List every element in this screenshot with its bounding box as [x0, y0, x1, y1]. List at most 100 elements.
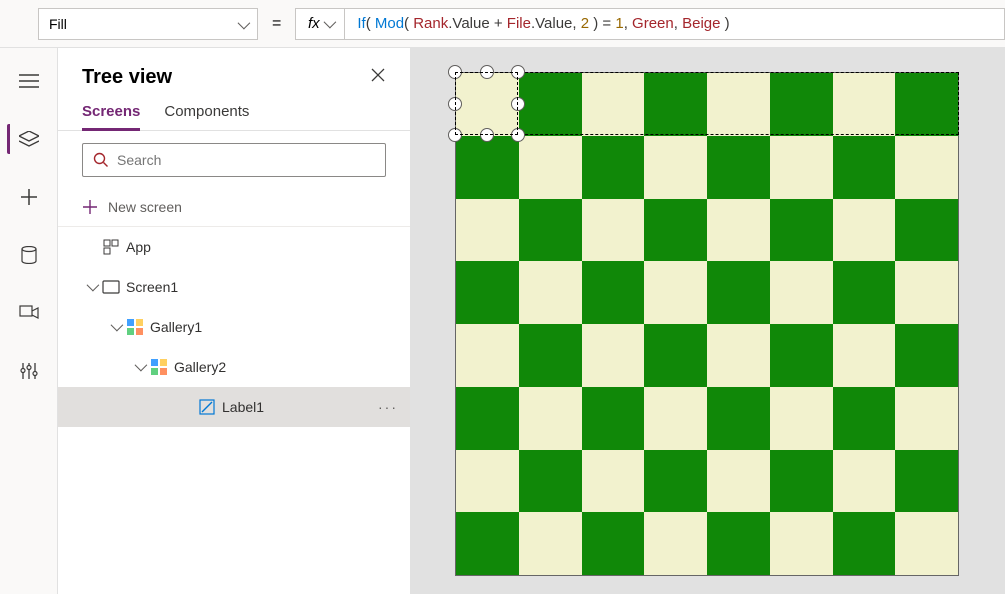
board-cell[interactable] — [456, 73, 519, 136]
board-cell[interactable] — [770, 73, 833, 136]
board-cell[interactable] — [770, 512, 833, 575]
board-cell[interactable] — [519, 450, 582, 513]
board-cell[interactable] — [833, 387, 896, 450]
board-cell[interactable] — [770, 261, 833, 324]
board-cell[interactable] — [644, 512, 707, 575]
board-cell[interactable] — [707, 324, 770, 387]
chessboard-gallery[interactable] — [455, 72, 959, 576]
formula-input[interactable]: If( Mod( Rank.Value + File.Value, 2 ) = … — [345, 8, 1005, 40]
board-cell[interactable] — [833, 450, 896, 513]
close-panel-button[interactable] — [370, 67, 386, 88]
search-input-wrapper[interactable] — [82, 143, 386, 177]
search-input[interactable] — [117, 152, 375, 168]
hamburger-button[interactable] — [9, 66, 49, 96]
board-cell[interactable] — [519, 136, 582, 199]
board-cell[interactable] — [519, 73, 582, 136]
board-cell[interactable] — [644, 73, 707, 136]
board-cell[interactable] — [833, 261, 896, 324]
board-cell[interactable] — [456, 512, 519, 575]
board-cell[interactable] — [582, 387, 645, 450]
board-cell[interactable] — [707, 136, 770, 199]
board-cell[interactable] — [644, 136, 707, 199]
tree-item-gallery1[interactable]: Gallery1 — [58, 307, 410, 347]
board-cell[interactable] — [519, 199, 582, 262]
board-cell[interactable] — [895, 199, 958, 262]
board-cell[interactable] — [456, 199, 519, 262]
chevron-icon — [106, 320, 124, 334]
board-cell[interactable] — [707, 387, 770, 450]
board-cell[interactable] — [582, 261, 645, 324]
tree-view-title: Tree view — [82, 66, 172, 89]
resize-handle[interactable] — [511, 128, 525, 142]
resize-handle[interactable] — [448, 97, 462, 111]
board-cell[interactable] — [895, 512, 958, 575]
advanced-tools-button[interactable] — [9, 356, 49, 386]
fx-button[interactable]: fx — [295, 8, 345, 40]
property-dropdown[interactable]: Fill — [38, 8, 258, 40]
board-cell[interactable] — [895, 324, 958, 387]
board-cell[interactable] — [456, 136, 519, 199]
board-cell[interactable] — [707, 73, 770, 136]
tree-item-label1[interactable]: Label1 ··· — [58, 387, 410, 427]
board-cell[interactable] — [519, 324, 582, 387]
board-cell[interactable] — [833, 136, 896, 199]
board-cell[interactable] — [770, 450, 833, 513]
board-cell[interactable] — [895, 73, 958, 136]
board-cell[interactable] — [770, 387, 833, 450]
board-cell[interactable] — [644, 450, 707, 513]
resize-handle[interactable] — [511, 97, 525, 111]
gallery-icon — [124, 319, 146, 335]
tab-components[interactable]: Components — [164, 95, 249, 130]
board-cell[interactable] — [833, 512, 896, 575]
new-screen-button[interactable]: New screen — [58, 187, 410, 227]
board-cell[interactable] — [456, 261, 519, 324]
board-cell[interactable] — [456, 387, 519, 450]
resize-handle[interactable] — [480, 65, 494, 79]
board-cell[interactable] — [833, 73, 896, 136]
resize-handle[interactable] — [448, 65, 462, 79]
board-cell[interactable] — [644, 261, 707, 324]
board-cell[interactable] — [644, 387, 707, 450]
board-cell[interactable] — [456, 324, 519, 387]
database-icon — [21, 246, 37, 264]
board-cell[interactable] — [582, 512, 645, 575]
tree-view-button[interactable] — [7, 124, 47, 154]
board-cell[interactable] — [582, 450, 645, 513]
board-cell[interactable] — [895, 387, 958, 450]
board-cell[interactable] — [582, 73, 645, 136]
board-cell[interactable] — [770, 324, 833, 387]
board-cell[interactable] — [582, 136, 645, 199]
tab-screens[interactable]: Screens — [82, 95, 140, 131]
board-cell[interactable] — [582, 324, 645, 387]
board-cell[interactable] — [456, 450, 519, 513]
media-button[interactable] — [9, 298, 49, 328]
board-cell[interactable] — [895, 136, 958, 199]
board-cell[interactable] — [833, 199, 896, 262]
board-cell[interactable] — [644, 324, 707, 387]
board-cell[interactable] — [770, 136, 833, 199]
data-button[interactable] — [9, 240, 49, 270]
board-cell[interactable] — [707, 512, 770, 575]
board-cell[interactable] — [519, 261, 582, 324]
resize-handle[interactable] — [448, 128, 462, 142]
resize-handle[interactable] — [480, 128, 494, 142]
board-cell[interactable] — [895, 450, 958, 513]
board-cell[interactable] — [519, 512, 582, 575]
tree-item-gallery2[interactable]: Gallery2 — [58, 347, 410, 387]
board-cell[interactable] — [770, 199, 833, 262]
board-cell[interactable] — [895, 261, 958, 324]
board-cell[interactable] — [707, 199, 770, 262]
tree-item-screen1[interactable]: Screen1 — [58, 267, 410, 307]
board-cell[interactable] — [707, 261, 770, 324]
board-cell[interactable] — [644, 199, 707, 262]
insert-button[interactable] — [9, 182, 49, 212]
board-cell[interactable] — [707, 450, 770, 513]
board-cell[interactable] — [519, 387, 582, 450]
board-cell[interactable] — [582, 199, 645, 262]
board-cell[interactable] — [833, 324, 896, 387]
more-button[interactable]: ··· — [378, 399, 398, 415]
tree-item-label: Label1 — [222, 399, 264, 415]
tree-item-app[interactable]: App — [58, 227, 410, 267]
resize-handle[interactable] — [511, 65, 525, 79]
canvas-area[interactable] — [411, 48, 1005, 594]
